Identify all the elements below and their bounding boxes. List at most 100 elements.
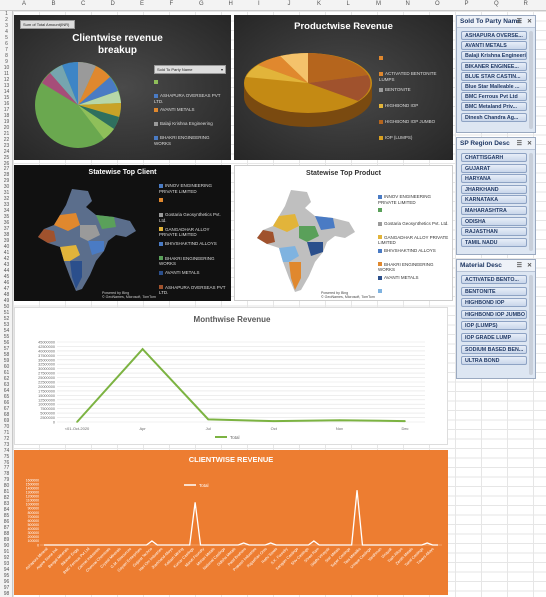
productwise-revenue-panel[interactable]: Productwise Revenue ACTIVATED BENTONITE … xyxy=(234,15,453,160)
data-point[interactable] xyxy=(141,348,144,350)
column-header[interactable]: Q xyxy=(494,1,499,7)
column-header[interactable]: L xyxy=(347,1,350,7)
slicer-item[interactable]: Dinesh Chandra Ag... xyxy=(461,112,527,122)
slicer-item[interactable]: BENTONITE xyxy=(461,286,527,296)
slicer-item[interactable]: IOP (LUMPS) xyxy=(461,321,527,331)
slicer-scrollbar[interactable] xyxy=(529,275,533,375)
clientwise-breakup-panel[interactable]: Sum of Total Amount(INR) Clientwise reve… xyxy=(14,15,231,160)
column-header[interactable]: G xyxy=(199,1,204,7)
slicer-1[interactable]: Sold To Party Name ☰ ✕ ASHAPURA OVERSE... AV… xyxy=(456,15,536,133)
column-header[interactable]: R xyxy=(524,1,528,7)
legend-swatch xyxy=(154,79,158,84)
slicer-item[interactable]: GUJARAT xyxy=(461,163,527,173)
y-tick-label: 17500000 xyxy=(38,389,55,393)
column-header[interactable]: M xyxy=(376,1,381,7)
clientwise-revenue-chart[interactable]: CLIENTWISE REVENUE Total 01000002000003000… xyxy=(14,450,448,595)
slicer-2[interactable]: SP Region Desc ☰ ✕ CHATTISGARH GUJARAT HARYAN… xyxy=(456,137,536,255)
slicer-item[interactable]: Balaji Krishna Engineeri... xyxy=(461,51,527,61)
y-tick-label: 1100000 xyxy=(26,499,39,503)
slicer-item[interactable]: RAJASTHAN xyxy=(461,227,527,237)
legend-swatch xyxy=(159,227,163,232)
column-header[interactable]: O xyxy=(435,1,440,7)
slicer-item[interactable]: ASHAPURA OVERSE... xyxy=(461,31,527,40)
y-tick-label: 1500000 xyxy=(26,482,39,486)
slicer-item[interactable]: KARNATAKA xyxy=(461,195,527,205)
slicer-scrollbar[interactable] xyxy=(529,31,533,129)
column-header[interactable]: C xyxy=(81,1,85,7)
legend-label: BHAKRI ENGINEERING WORKS xyxy=(378,261,434,273)
statewise-top-product-panel[interactable]: Statewise Top Product Powered by Bing © … xyxy=(234,165,453,301)
y-tick-label: 1600000 xyxy=(26,478,39,482)
statewise-top-client-panel[interactable]: Statewise Top Client Powered by Bing © G… xyxy=(14,165,231,301)
slicer-item[interactable]: BIKANER ENGINEE... xyxy=(461,61,527,71)
y-tick-label: 2500000 xyxy=(40,416,55,420)
multi-select-icon[interactable]: ☰ xyxy=(517,18,522,25)
india-map-top-product[interactable] xyxy=(249,186,359,298)
x-tick-label: Jul xyxy=(206,426,211,431)
column-header[interactable]: I xyxy=(258,1,260,7)
multi-select-icon[interactable]: ☰ xyxy=(517,140,522,147)
productwise-pie-3d[interactable] xyxy=(240,53,376,135)
slicer-item[interactable]: HIGHBOND IOP xyxy=(461,298,527,308)
monthwise-revenue-chart[interactable]: Monthwise Revenue02500000500000075000001… xyxy=(15,308,448,445)
legend-label: INNOV ENGINEERING PRIVATE LIMITED xyxy=(378,194,432,205)
filter-field-button[interactable]: Sum of Total Amount(INR) xyxy=(20,20,75,29)
y-tick-label: 40000000 xyxy=(38,349,55,353)
column-header[interactable]: H xyxy=(229,1,233,7)
column-header[interactable]: P xyxy=(465,1,469,7)
slicer-header: Material Desc ☰ ✕ xyxy=(457,260,535,272)
slicer-item[interactable]: ULTRA BOND xyxy=(461,356,527,366)
slicer-item[interactable]: ODISHA xyxy=(461,216,527,226)
column-header[interactable]: N xyxy=(406,1,410,7)
legend-swatch xyxy=(154,135,158,140)
x-tick-label: Apr xyxy=(139,426,146,431)
legend-swatch xyxy=(159,183,163,188)
slicer-item[interactable]: ACTIVATED BENTO... xyxy=(461,275,527,284)
slicer-item[interactable]: SODIUM BASED BEN... xyxy=(461,344,527,354)
slicer-title: Sold To Party Name xyxy=(460,18,521,25)
clear-filter-icon[interactable]: ✕ xyxy=(527,140,532,147)
multi-select-icon[interactable]: ☰ xyxy=(517,262,522,269)
clientwise-revenue-panel[interactable]: CLIENTWISE REVENUE Total 0 100000 200000 3000… xyxy=(14,450,448,595)
slicer-item[interactable]: MAHARASHTRA xyxy=(461,206,527,215)
y-tick-label: 30000000 xyxy=(38,367,55,371)
slicer-item[interactable]: IOP GRADE LUMP xyxy=(461,333,527,342)
monthwise-revenue-panel[interactable]: Monthwise Revenue 0 2500000 5000000 7500000 1… xyxy=(14,307,448,445)
slicer-scrollbar[interactable] xyxy=(529,153,533,251)
slicer-item[interactable]: JHARKHAND xyxy=(461,184,527,194)
legend-item xyxy=(378,208,450,214)
slicer-item[interactable]: Blue Star Malleable ... xyxy=(461,82,527,91)
slicer-item[interactable]: HARYANA xyxy=(461,174,527,184)
slicer-item[interactable]: TAMIL NADU xyxy=(461,237,527,247)
legend-swatch xyxy=(159,285,163,290)
column-header[interactable]: J xyxy=(288,1,291,7)
india-map-top-client[interactable] xyxy=(30,185,140,297)
data-point[interactable] xyxy=(273,420,275,422)
column-header[interactable]: B xyxy=(52,1,56,7)
clientwise-pie[interactable] xyxy=(34,59,124,151)
row-header[interactable]: 98 xyxy=(1,591,12,597)
clear-filter-icon[interactable]: ✕ xyxy=(527,18,532,25)
legend-swatch xyxy=(378,194,382,199)
clear-filter-icon[interactable]: ✕ xyxy=(527,262,532,269)
series-line-total[interactable] xyxy=(44,490,438,546)
slicer-item[interactable]: HIGHBOND IOP JUMBO xyxy=(461,309,527,319)
slicer-item[interactable]: BMC Metaland Priv... xyxy=(461,102,527,112)
column-header[interactable]: F xyxy=(170,1,174,7)
slicer-item[interactable]: CHATTISGARH xyxy=(461,153,527,162)
data-point[interactable] xyxy=(338,419,341,422)
slicer-item[interactable]: AVANTI METALS xyxy=(461,41,527,51)
column-header[interactable]: A xyxy=(22,1,26,7)
slicer-item[interactable]: BMC Ferrous Pvt Ltd xyxy=(461,92,527,102)
column-header[interactable]: D xyxy=(111,1,115,7)
productwise-revenue-title: Productwise Revenue xyxy=(294,21,393,32)
sold-to-party-dropdown[interactable]: Sold To Party Name ▾ xyxy=(154,65,226,74)
data-point[interactable] xyxy=(76,421,78,423)
slicer-item[interactable]: BLUE STAR CASTIN... xyxy=(461,71,527,81)
column-header[interactable]: E xyxy=(140,1,144,7)
data-point[interactable] xyxy=(404,420,406,422)
slicer-3[interactable]: Material Desc ☰ ✕ ACTIVATED BENTO... BENTONI… xyxy=(456,259,536,379)
column-header[interactable]: K xyxy=(317,1,321,7)
slicer-header: SP Region Desc ☰ ✕ xyxy=(457,138,535,150)
data-point[interactable] xyxy=(207,418,209,421)
